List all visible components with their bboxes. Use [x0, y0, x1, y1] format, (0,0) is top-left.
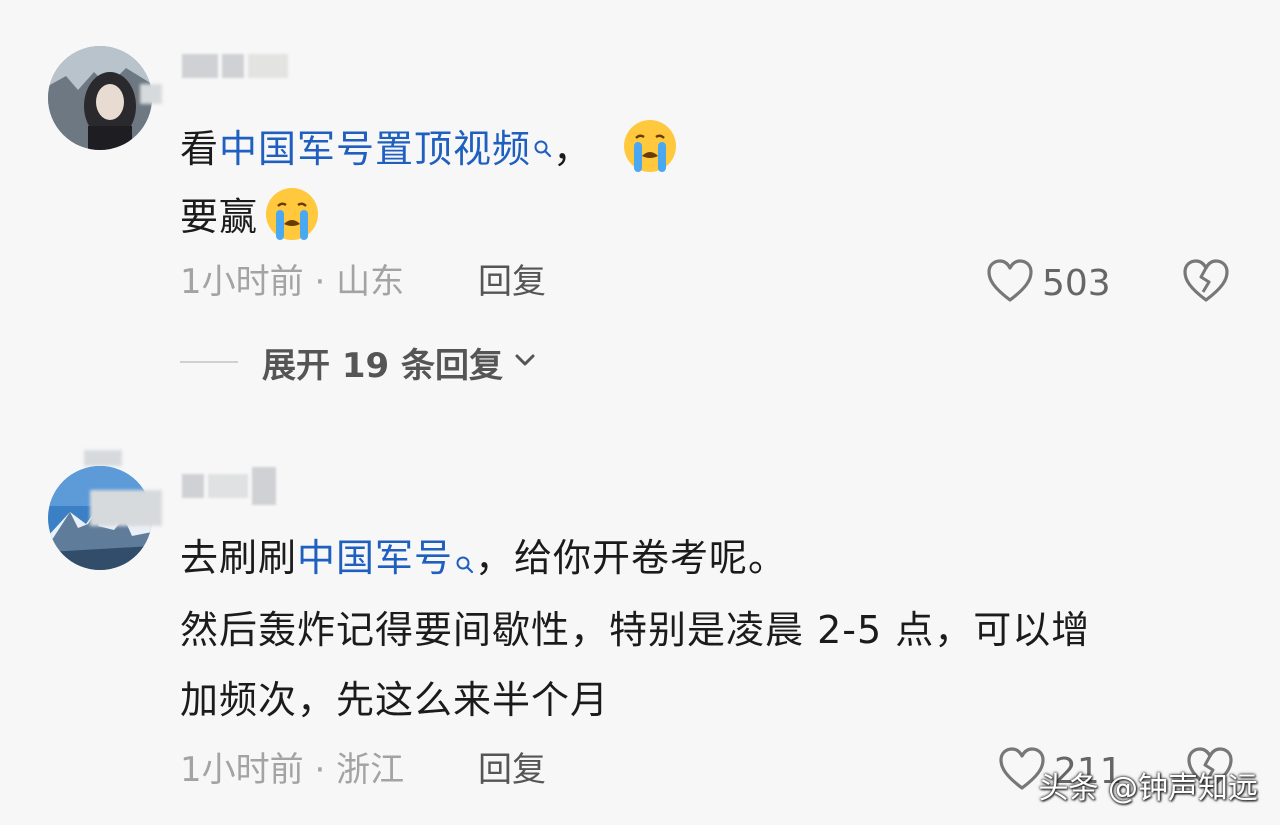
divider	[180, 361, 238, 363]
username[interactable]	[182, 50, 292, 82]
text: ，	[553, 127, 593, 171]
comment-meta: 1小时前 · 浙江	[180, 748, 404, 792]
search-link[interactable]: 中国军号置顶视频	[219, 127, 531, 171]
comment-feed: 看中国军号置顶视频 ， 要赢 1小时前 · 山东 回复 503 展开 19 条回复	[0, 0, 1280, 825]
username-blur	[252, 467, 276, 505]
username-blur	[222, 54, 244, 78]
comment-text-line-1: 看中国军号置顶视频 ，	[180, 118, 678, 185]
comment-text-line-2: 要赢	[180, 186, 320, 253]
comment-meta: 1小时前 · 山东	[180, 260, 404, 304]
blurred-region	[140, 84, 162, 104]
text: 加频次，先这么来半个月	[180, 678, 610, 722]
username-blur	[182, 474, 204, 498]
username-blur	[182, 54, 218, 78]
heart-icon	[986, 258, 1034, 308]
username[interactable]	[182, 467, 280, 505]
search-icon[interactable]	[533, 122, 553, 170]
username-blur	[208, 474, 248, 498]
blurred-region	[90, 490, 162, 526]
search-link[interactable]: 中国军号	[297, 536, 453, 580]
separator: ·	[303, 750, 337, 790]
username-blur	[248, 54, 288, 78]
timestamp: 1小时前	[180, 262, 304, 302]
watermark: 头条 @钟声知远	[1038, 771, 1258, 806]
comment-text-line-2: 然后轰炸记得要间歇性，特别是凌晨 2-5 点，可以增	[180, 606, 1090, 654]
search-icon[interactable]	[455, 538, 475, 586]
like-count: 503	[1042, 262, 1111, 304]
reply-button[interactable]: 回复	[478, 260, 546, 304]
text: 要赢	[180, 195, 259, 239]
location: 浙江	[336, 750, 405, 790]
comment-text-line-1: 去刷刷中国军号 ，给你开卷考呢。	[180, 534, 787, 586]
separator: ·	[303, 262, 337, 302]
chevron-down-icon	[513, 350, 537, 374]
crying-emoji-icon	[264, 186, 320, 253]
broken-heart-icon	[1182, 259, 1230, 308]
comment-text-line-3: 加频次，先这么来半个月	[180, 676, 609, 724]
expand-replies[interactable]: 展开 19 条回复	[180, 340, 537, 386]
expand-replies-label: 展开 19 条回复	[262, 345, 503, 386]
reply-button[interactable]: 回复	[478, 748, 546, 792]
blurred-region	[84, 450, 122, 466]
text: 去刷刷	[180, 536, 298, 580]
location: 山东	[336, 262, 405, 302]
text: 看	[180, 127, 220, 171]
timestamp: 1小时前	[180, 750, 304, 790]
crying-emoji-icon	[622, 118, 678, 185]
text: ，给你开卷考呢。	[475, 536, 788, 580]
avatar[interactable]	[48, 46, 152, 150]
text: 然后轰炸记得要间歇性，特别是凌晨 2-5 点，可以增	[180, 608, 1091, 652]
like-button[interactable]: 503	[986, 258, 1111, 308]
dislike-button[interactable]	[1182, 258, 1230, 308]
